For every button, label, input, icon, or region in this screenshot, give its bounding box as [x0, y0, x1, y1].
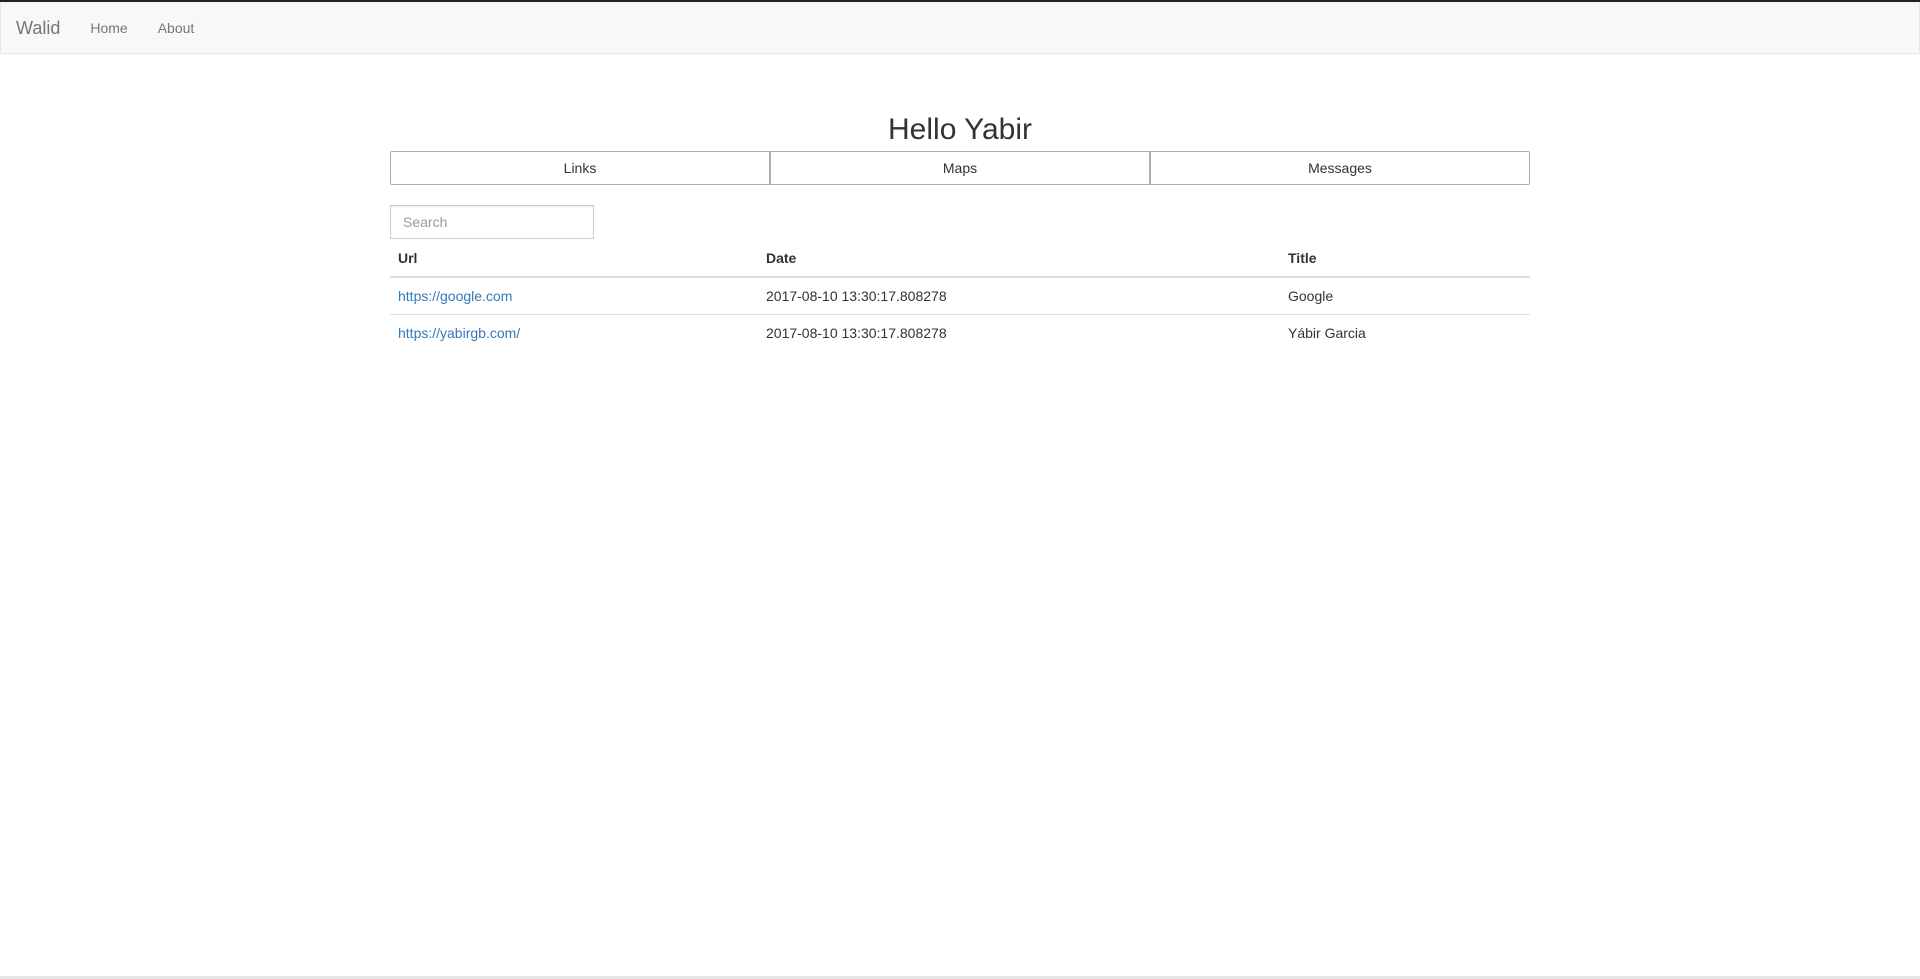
- table-header-row: Url Date Title: [390, 240, 1530, 278]
- url-link[interactable]: https://yabirgb.com/: [398, 325, 520, 341]
- table-row: https://google.com 2017-08-10 13:30:17.8…: [390, 277, 1530, 315]
- tab-group: Links Maps Messages: [390, 151, 1530, 185]
- cell-title: Google: [1288, 288, 1334, 304]
- cell-date: 2017-08-10 13:30:17.808278: [766, 288, 947, 304]
- page-title: Hello Yabir: [888, 113, 1032, 146]
- cell-url: https://yabirgb.com/: [390, 314, 758, 351]
- column-header-url: Url: [390, 240, 758, 278]
- tab-links[interactable]: Links: [390, 151, 770, 185]
- column-header-title: Title: [1280, 240, 1530, 278]
- main-content: Hello Yabir Links Maps Messages Url Date…: [390, 54, 1530, 351]
- table-row: https://yabirgb.com/ 2017-08-10 13:30:17…: [390, 314, 1530, 351]
- tab-maps[interactable]: Maps: [770, 151, 1150, 185]
- url-link[interactable]: https://google.com: [398, 288, 512, 304]
- cell-date: 2017-08-10 13:30:17.808278: [758, 314, 1280, 351]
- cell-title: Yábir Garcia: [1280, 314, 1530, 351]
- search-input[interactable]: [390, 205, 594, 239]
- tab-messages[interactable]: Messages: [1150, 151, 1530, 185]
- column-header-date: Date: [758, 240, 1280, 278]
- navbar: Walid Home About: [0, 2, 1920, 54]
- nav-link-home[interactable]: Home: [75, 3, 142, 53]
- cell-url: https://google.com: [390, 277, 758, 315]
- links-table: Url Date Title https://google.com 2017-0…: [390, 240, 1530, 351]
- navbar-brand[interactable]: Walid: [1, 3, 75, 53]
- nav-link-about[interactable]: About: [143, 3, 210, 53]
